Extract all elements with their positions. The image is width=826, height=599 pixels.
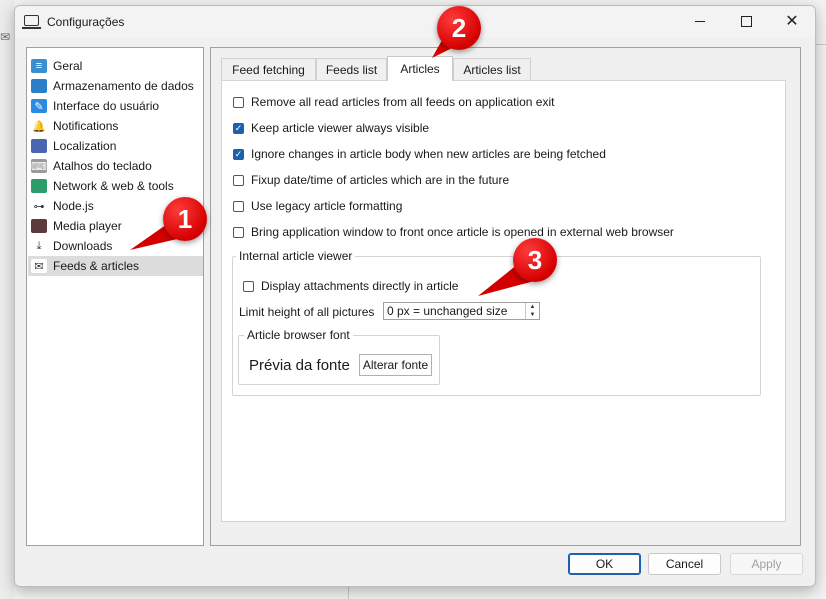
annotation-pointers [130,33,538,296]
annotation-3: 3 [513,238,557,282]
annotation-2: 2 [437,6,481,50]
annotation-1: 1 [163,197,207,241]
